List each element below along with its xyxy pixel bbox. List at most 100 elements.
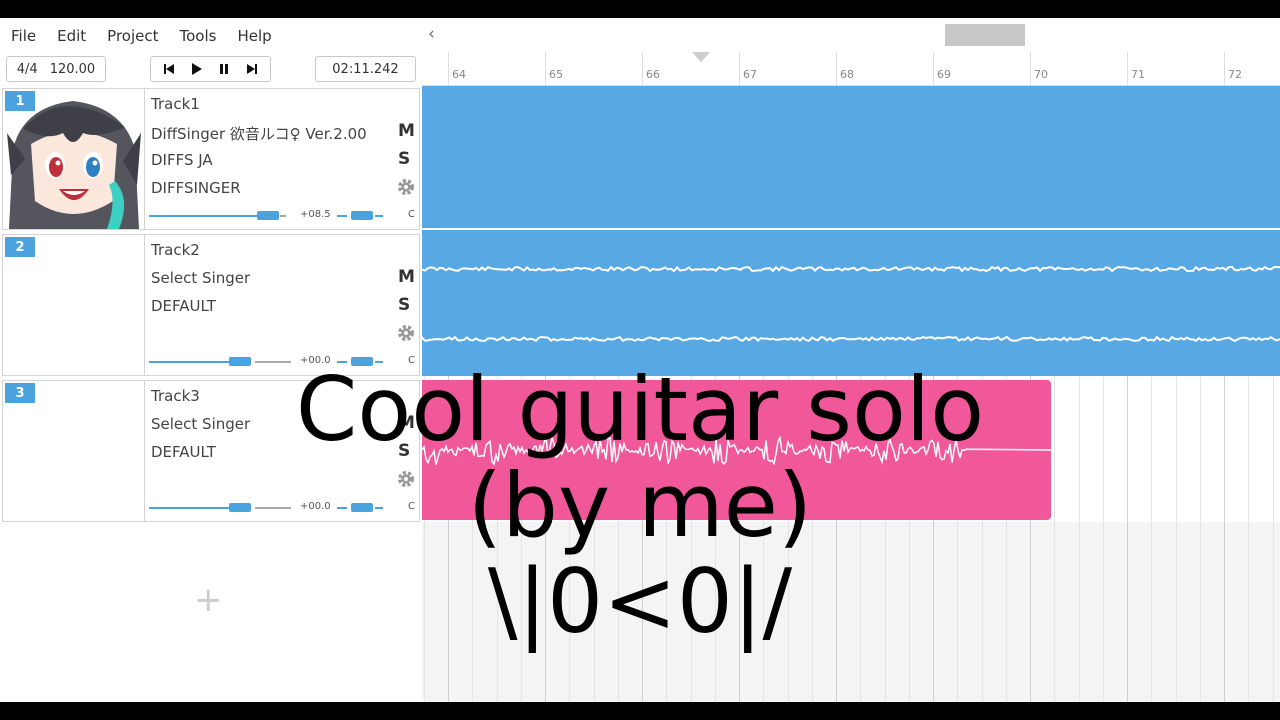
volume-pan-sliders: +08.5 C [149,209,419,223]
transport-controls [150,56,271,82]
time-signature[interactable]: 4/4 [17,62,38,77]
volume-pan-sliders: +00.0 C [149,501,419,515]
volume-pan-sliders: +00.0 C [149,355,419,369]
menu-tools[interactable]: Tools [169,18,227,54]
volume-slider-rest [280,215,286,217]
bar-number: 65 [549,68,563,81]
pan-value: C [408,501,415,512]
volume-slider-track[interactable] [149,215,257,217]
waveform-guitar [422,434,1051,466]
pan-value: C [408,355,415,366]
volume-slider-knob[interactable] [229,503,251,512]
menu-help[interactable]: Help [226,18,281,54]
timeline-ruler[interactable]: 64 65 66 67 68 69 70 71 72 [422,52,1280,86]
pan-slider-rest [375,361,383,363]
bar-tick [642,52,643,86]
track-header-1[interactable]: 1 Track1 DiffSinger 欲音ルコ♀ Ver.2.00 DIFFS… [2,88,420,230]
bar-number: 67 [743,68,757,81]
waveform-upper [422,265,1280,273]
bar-tick [545,52,546,86]
track-number: 3 [5,383,35,403]
volume-slider-knob[interactable] [257,211,279,220]
timeline-panel: ‹ 64 65 66 67 68 69 70 71 72 [422,18,1280,702]
pan-slider-track[interactable] [337,507,347,509]
playhead-marker[interactable] [692,52,710,62]
pan-slider-knob[interactable] [351,357,373,366]
singer-name[interactable]: DiffSinger 欲音ルコ♀ Ver.2.00 [151,123,367,144]
singer-name[interactable]: Select Singer [151,269,250,287]
track-header-3[interactable]: 3 Track3 Select Singer DEFAULT M S +00.0… [2,380,420,522]
chevron-left-icon[interactable]: ‹ [428,24,435,44]
skip-back-icon[interactable] [160,60,178,78]
track-name[interactable]: Track3 [151,387,200,405]
volume-slider-rest [255,361,291,363]
pan-value: C [408,209,415,220]
playback-time[interactable]: 02:11.242 [315,56,416,82]
part-track2[interactable] [422,232,1280,376]
renderer[interactable]: DIFFSINGER [151,179,241,197]
menu-project[interactable]: Project [96,18,168,54]
bar-tick [739,52,740,86]
tempo-signature-box[interactable]: 4/4 120.00 [6,56,106,82]
openutau-window: File Edit Project Tools Help 4/4 120.00 [0,18,1280,702]
bar-number: 70 [1034,68,1048,81]
volume-slider-knob[interactable] [229,357,251,366]
toolbar: 4/4 120.00 02:11.242 [0,56,422,84]
bar-number: 69 [937,68,951,81]
bar-tick [1127,52,1128,86]
bar-number: 72 [1228,68,1242,81]
pause-icon[interactable] [215,60,233,78]
arrangement-grid[interactable] [422,86,1280,702]
mute-button[interactable]: M [398,413,415,433]
track-name[interactable]: Track2 [151,241,200,259]
bar-number: 71 [1131,68,1145,81]
pan-slider-rest [375,215,383,217]
waveform-lower [422,335,1280,343]
bar-number: 68 [840,68,854,81]
play-icon[interactable] [188,60,206,78]
gear-icon[interactable] [396,469,416,489]
phonemizer[interactable]: DEFAULT [151,443,216,461]
pan-slider-track[interactable] [337,361,347,363]
track-header-2[interactable]: 2 Track2 Select Singer DEFAULT M S +00.0… [2,234,420,376]
track-number: 2 [5,237,35,257]
volume-value: +00.0 [300,355,331,366]
pan-slider-knob[interactable] [351,211,373,220]
gear-icon[interactable] [396,323,416,343]
singer-name[interactable]: Select Singer [151,415,250,433]
menu-file[interactable]: File [0,18,46,54]
horizontal-scrollbar[interactable]: ‹ [422,18,1280,52]
track-number: 1 [5,91,35,111]
skip-forward-icon[interactable] [243,60,261,78]
mute-button[interactable]: M [398,121,415,141]
pan-slider-track[interactable] [337,215,347,217]
part-track1[interactable] [422,86,1280,232]
track-header-panel: File Edit Project Tools Help 4/4 120.00 [0,18,422,702]
bar-tick [1224,52,1225,86]
bar-tick [933,52,934,86]
volume-value: +08.5 [300,209,331,220]
add-track-button[interactable]: + [194,580,223,620]
pan-slider-rest [375,507,383,509]
part-track3[interactable] [422,380,1051,520]
solo-button[interactable]: S [398,149,410,169]
track-name[interactable]: Track1 [151,95,200,113]
bpm[interactable]: 120.00 [50,62,96,77]
menu-bar: File Edit Project Tools Help [0,18,422,54]
menu-edit[interactable]: Edit [46,18,96,54]
bar-number: 64 [452,68,466,81]
volume-slider-rest [255,507,291,509]
volume-slider-track[interactable] [149,361,229,363]
gear-icon[interactable] [396,177,416,197]
solo-button[interactable]: S [398,441,410,461]
phonemizer[interactable]: DIFFS JA [151,151,213,169]
scroll-thumb[interactable] [945,24,1025,46]
phonemizer[interactable]: DEFAULT [151,297,216,315]
bar-number: 66 [646,68,660,81]
bar-tick [836,52,837,86]
solo-button[interactable]: S [398,295,410,315]
pan-slider-knob[interactable] [351,503,373,512]
volume-slider-track[interactable] [149,507,229,509]
mute-button[interactable]: M [398,267,415,287]
volume-value: +00.0 [300,501,331,512]
